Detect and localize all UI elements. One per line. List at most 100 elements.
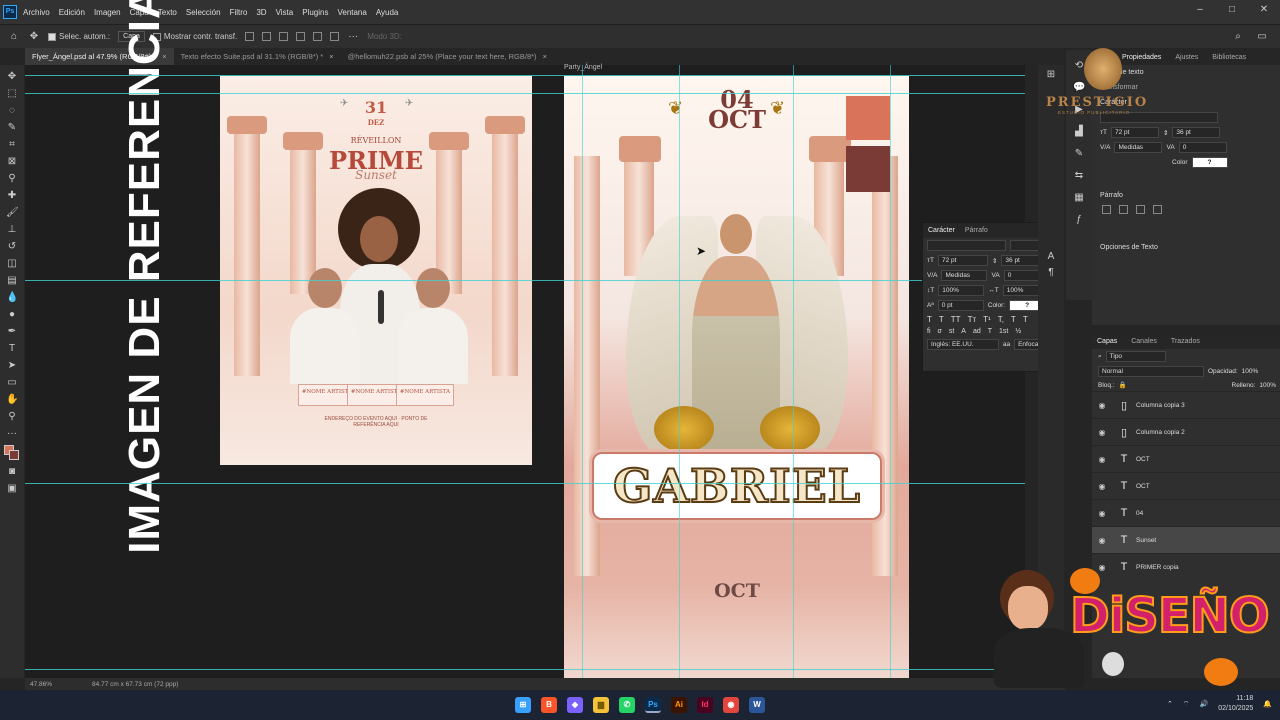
- illustrator-icon[interactable]: Ai: [671, 697, 687, 713]
- prop-kerning-field[interactable]: Medidas: [1114, 142, 1163, 153]
- volume-icon[interactable]: 🔊: [1200, 700, 1209, 708]
- justify-icon[interactable]: [1153, 205, 1162, 214]
- menu-ayuda[interactable]: Ayuda: [376, 8, 399, 17]
- indesign-icon[interactable]: Id: [697, 697, 713, 713]
- blend-mode-dropdown[interactable]: Normal: [1098, 366, 1204, 377]
- tab-parrafo[interactable]: Párrafo: [965, 227, 988, 234]
- photoshop-taskbar-icon[interactable]: Ps: [645, 697, 661, 713]
- lasso-icon[interactable]: ◌: [6, 105, 18, 117]
- more-options-icon[interactable]: ···: [347, 31, 359, 43]
- alt-ligature-button[interactable]: σ: [938, 328, 942, 335]
- align-center-icon[interactable]: [262, 32, 272, 41]
- layer-row[interactable]: ◉ T OCT: [1092, 472, 1280, 499]
- menu-vista[interactable]: Vista: [276, 8, 294, 17]
- close-icon[interactable]: ×: [329, 52, 333, 61]
- layer-filter-dropdown[interactable]: Tipo: [1105, 351, 1166, 362]
- swash-button[interactable]: A: [961, 328, 966, 335]
- close-icon[interactable]: ×: [543, 52, 547, 61]
- italic-button[interactable]: T: [939, 315, 944, 324]
- align-left-icon[interactable]: [245, 32, 255, 41]
- tab-bibliotecas[interactable]: Bibliotecas: [1212, 54, 1246, 61]
- blur-icon[interactable]: 💧: [6, 292, 18, 304]
- move-icon[interactable]: ✥: [6, 71, 18, 83]
- eyedropper-icon[interactable]: ⚲: [6, 173, 18, 185]
- align-left-icon[interactable]: [1102, 205, 1111, 214]
- para-header[interactable]: Párrafo: [1092, 188, 1280, 203]
- bold-button[interactable]: T: [927, 315, 932, 324]
- type-icon[interactable]: T: [6, 343, 18, 355]
- brave-icon[interactable]: B: [541, 697, 557, 713]
- frame-icon[interactable]: ⊠: [6, 156, 18, 168]
- align-right-icon[interactable]: [1136, 205, 1145, 214]
- fractions-button[interactable]: ½: [1015, 328, 1021, 335]
- layer-row[interactable]: ◉ T Sunset: [1092, 526, 1280, 553]
- align-middle-icon[interactable]: [313, 32, 323, 41]
- tab-trazados[interactable]: Trazados: [1171, 338, 1200, 345]
- type-panel-icon[interactable]: A: [1045, 251, 1057, 263]
- screen-mode-icon[interactable]: ▣: [6, 483, 18, 495]
- underline-button[interactable]: T: [1011, 315, 1016, 324]
- gradient-icon[interactable]: ▤: [6, 275, 18, 287]
- menu-archivo[interactable]: Archivo: [23, 8, 50, 17]
- tab-ajustes[interactable]: Ajustes: [1175, 54, 1198, 61]
- menu-filtro[interactable]: Filtro: [230, 8, 248, 17]
- all-caps-button[interactable]: TT: [951, 315, 961, 324]
- dodge-icon[interactable]: ●: [6, 309, 18, 321]
- lock-icon[interactable]: 🔒: [1119, 381, 1127, 389]
- poster2-bottom-month[interactable]: OCT: [694, 580, 780, 602]
- align-center-icon[interactable]: [1119, 205, 1128, 214]
- titling-button[interactable]: T: [988, 328, 992, 335]
- prop-leading-field[interactable]: 36 pt: [1172, 127, 1221, 138]
- font-size-field[interactable]: 72 pt: [937, 255, 988, 266]
- file-explorer-icon[interactable]: ▆: [593, 697, 609, 713]
- text-options-header[interactable]: Opciones de Texto: [1092, 240, 1280, 255]
- shape-icon[interactable]: ▭: [6, 377, 18, 389]
- layer-row[interactable]: ◉ ▯ Columna copia 3: [1092, 391, 1280, 418]
- prop-tracking-field[interactable]: 0: [1178, 142, 1227, 153]
- background-color[interactable]: [9, 450, 19, 460]
- kerning-field[interactable]: Medidas: [941, 270, 988, 281]
- subscript-button[interactable]: T,: [998, 315, 1004, 324]
- working-poster[interactable]: ❦ ❦ 04 OCT GABRIEL OCT ➤: [564, 76, 909, 678]
- start-button[interactable]: ⊞: [515, 697, 531, 713]
- layer-row[interactable]: ◉ ▯ Columna copia 2: [1092, 418, 1280, 445]
- maximize-button[interactable]: □: [1216, 0, 1248, 24]
- more-tools-icon[interactable]: ···: [6, 428, 18, 440]
- color-swatches[interactable]: [4, 445, 20, 461]
- align-top-icon[interactable]: [296, 32, 306, 41]
- ordinal-button[interactable]: ad: [973, 328, 981, 335]
- align-right-icon[interactable]: [279, 32, 289, 41]
- auto-select-toggle[interactable]: Selec. autom.:: [48, 32, 110, 41]
- artboard-label[interactable]: Party_Ángel: [564, 64, 602, 71]
- visibility-eye-icon[interactable]: ◉: [1092, 509, 1112, 518]
- visibility-eye-icon[interactable]: ◉: [1092, 428, 1112, 437]
- layer-row[interactable]: ◉ T OCT: [1092, 445, 1280, 472]
- menu-3d[interactable]: 3D: [256, 8, 266, 17]
- chrome-icon[interactable]: ◉: [723, 697, 739, 713]
- name-plate[interactable]: GABRIEL: [592, 452, 882, 520]
- tab-hellomuh[interactable]: @hellomuh22.psb al 25% (Place your text …: [341, 48, 554, 65]
- stamp-icon[interactable]: ⊥: [6, 224, 18, 236]
- strikethrough-button[interactable]: T: [1023, 315, 1028, 324]
- menu-seleccion[interactable]: Selección: [186, 8, 221, 17]
- zoom-level[interactable]: 47.86%: [30, 681, 52, 688]
- fill-field[interactable]: 100%: [1259, 382, 1276, 389]
- visibility-eye-icon[interactable]: ◉: [1092, 455, 1112, 464]
- move-tool-icon[interactable]: ✥: [28, 31, 40, 43]
- vscale-field[interactable]: 100%: [938, 285, 985, 296]
- opacity-field[interactable]: 100%: [1242, 368, 1259, 375]
- home-icon[interactable]: ⌂: [8, 31, 20, 43]
- crop-icon[interactable]: ⌗: [6, 139, 18, 151]
- healing-icon[interactable]: ✚: [6, 190, 18, 202]
- close-button[interactable]: ✕: [1248, 0, 1280, 24]
- paragraph-icon[interactable]: ¶: [1045, 267, 1057, 279]
- hand-icon[interactable]: ✋: [6, 394, 18, 406]
- visibility-eye-icon[interactable]: ◉: [1092, 401, 1112, 410]
- copilot-icon[interactable]: ◆: [567, 697, 583, 713]
- swatches-icon[interactable]: ▦: [1073, 192, 1085, 204]
- paths-icon[interactable]: ƒ: [1073, 214, 1085, 226]
- brush-icon[interactable]: 🖌: [6, 207, 19, 219]
- pen-icon[interactable]: ✒: [6, 326, 18, 338]
- menu-plugins[interactable]: Plugins: [302, 8, 328, 17]
- poster2-date[interactable]: 04 OCT: [704, 88, 770, 132]
